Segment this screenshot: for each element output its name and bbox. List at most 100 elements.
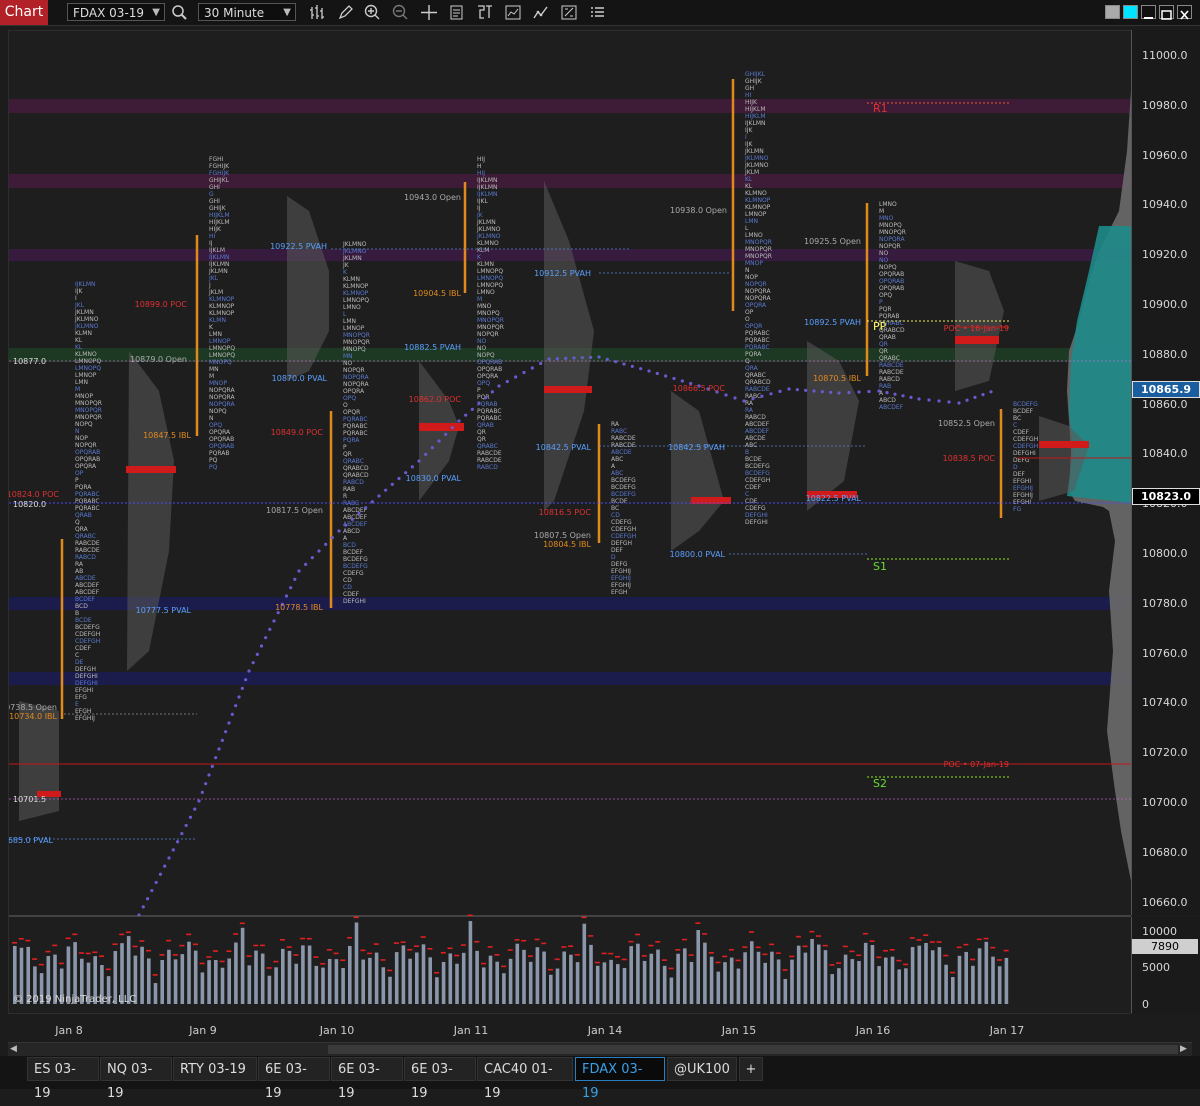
- properties-icon[interactable]: [559, 3, 579, 22]
- tab-6e-03-19[interactable]: 6E 03-19: [331, 1057, 403, 1101]
- tpo-letters: O: [343, 402, 348, 409]
- volume-bar: [669, 977, 674, 1004]
- tab-nq-03-19[interactable]: NQ 03-19: [100, 1057, 172, 1101]
- tab-fdax-03-19[interactable]: FDAX 03-19: [575, 1057, 665, 1101]
- tpo-letters: JKLM: [744, 169, 759, 176]
- volume-bar: [549, 974, 553, 1004]
- chart-panel[interactable]: IJKLMN IJK I JKL JKLMN JKLMNO JKLMNO KLMN KL KL KL…: [0, 30, 1132, 1014]
- tpo-letters: JKLMN: [476, 219, 496, 226]
- volume-average-mark: [367, 952, 373, 955]
- tpo-letters: LMNO: [879, 201, 897, 208]
- draw-pencil-icon[interactable]: [336, 3, 356, 22]
- chart-trader-icon[interactable]: [531, 3, 551, 22]
- data-box-icon[interactable]: [447, 3, 467, 22]
- moving-average-point: [244, 678, 248, 682]
- templates-icon[interactable]: [587, 3, 607, 22]
- volume-bar: [863, 942, 868, 1004]
- tpo-letters: PQRABC: [75, 491, 100, 498]
- tpo-letters: BCDEF: [75, 596, 96, 603]
- strategies-icon[interactable]: [503, 3, 523, 22]
- tpo-letters: OPQRA: [343, 388, 365, 395]
- tpo-letters: QRAB: [477, 422, 494, 429]
- moving-average-point: [430, 446, 434, 450]
- chart-toolbar: Chart FDAX 03-19 ▼ 30 Minute ▼: [0, 0, 1200, 26]
- zoom-in-icon[interactable]: [363, 3, 383, 22]
- price-axis[interactable]: 11000.0 10980.0 10960.0 10940.0 10920.0 10900…: [1131, 30, 1200, 915]
- link-color-button[interactable]: [1123, 5, 1138, 19]
- volume-bar: [1004, 957, 1009, 1004]
- search-icon[interactable]: [170, 3, 190, 22]
- tpo-letters: OPQRAB: [879, 285, 904, 292]
- scroll-thumb[interactable]: [328, 1045, 1178, 1054]
- tpo-letters: KL: [75, 344, 83, 351]
- volume-average-mark: [688, 954, 694, 956]
- tpo-letters: BCDEFG: [343, 563, 368, 570]
- tpo-letters: M: [209, 373, 214, 380]
- volume-average-mark: [414, 945, 419, 947]
- tab-rty-03-19[interactable]: RTY 03-19: [173, 1057, 257, 1081]
- tpo-letters: JKLMN: [74, 309, 94, 316]
- market-profile-chart[interactable]: IJKLMNIJKIJKLJKLMNJKLMNOJKLMNOKLMNKLKLKL…: [0, 31, 1131, 1013]
- volume-bar: [361, 959, 365, 1004]
- volume-average-mark: [594, 961, 600, 964]
- tpo-letters: AB: [75, 568, 83, 575]
- tpo-letters: MNOPQR: [745, 253, 772, 260]
- zoom-out-icon[interactable]: [391, 3, 411, 22]
- volume-axis[interactable]: 10000 5000 0 7890: [1131, 917, 1200, 1013]
- grey-theme-button[interactable]: [1105, 5, 1120, 19]
- tpo-letters: NO: [477, 345, 486, 352]
- tab-es-03-19[interactable]: ES 03-19: [27, 1057, 99, 1101]
- volume-bar: [522, 949, 526, 1004]
- volume-bar: [428, 957, 432, 1004]
- add-tab-button[interactable]: +: [739, 1057, 763, 1081]
- maximize-button[interactable]: [1159, 5, 1174, 20]
- tpo-letters: EFG: [75, 694, 87, 701]
- moving-average-point: [200, 790, 204, 794]
- tab-uk100[interactable]: @UK100: [667, 1057, 737, 1081]
- volume-average-mark: [782, 969, 788, 971]
- level-annotation: 10870.0 PVAL: [272, 374, 328, 383]
- tpo-letters: BC: [1013, 415, 1021, 422]
- indicators-icon[interactable]: [475, 3, 495, 22]
- scroll-right-icon[interactable]: ▶: [1180, 1044, 1187, 1054]
- horizontal-scrollbar[interactable]: ◀ ▶: [8, 1042, 1192, 1057]
- tpo-letters: CDEF: [745, 484, 762, 491]
- volume-average-mark: [668, 967, 674, 970]
- tpo-letters: ABCDEF: [879, 404, 904, 411]
- tab-6e-03-19[interactable]: 6E 03-19: [404, 1057, 476, 1101]
- volume-average-mark: [715, 961, 721, 964]
- tab-cac40-01-19[interactable]: CAC40 01-19: [477, 1057, 573, 1101]
- level-annotation: 10877.0: [13, 357, 46, 366]
- moving-average-point: [885, 391, 889, 395]
- tpo-letters: LMN: [209, 331, 222, 338]
- volume-average-mark: [219, 960, 225, 963]
- tpo-letters: MNOPQR: [745, 246, 772, 253]
- tpo-letters: NOPQRA: [879, 236, 905, 243]
- tpo-letters: NO: [879, 257, 888, 264]
- moving-average-point: [264, 636, 268, 640]
- crosshair-icon[interactable]: [419, 3, 439, 22]
- volume-bar: [977, 948, 982, 1004]
- bar-style-icon[interactable]: [308, 3, 328, 22]
- moving-average-point: [989, 390, 993, 394]
- minimize-button[interactable]: [1141, 5, 1156, 19]
- tpo-letters: ABC: [611, 470, 623, 477]
- volume-average-mark: [52, 944, 58, 947]
- close-button[interactable]: [1177, 5, 1192, 20]
- pivot-band-r2: [9, 174, 1131, 188]
- instrument-selector[interactable]: FDAX 03-19 ▼: [67, 3, 165, 21]
- tab-6e-03-19[interactable]: 6E 03-19: [258, 1057, 330, 1101]
- moving-average-point: [289, 586, 293, 590]
- volume-average-mark: [233, 933, 239, 935]
- scroll-left-icon[interactable]: ◀: [10, 1044, 17, 1054]
- tpo-letters: EFGHI: [75, 687, 93, 694]
- volume-bar: [964, 951, 968, 1004]
- moving-average-point: [210, 764, 214, 768]
- volume-average-mark: [809, 930, 815, 933]
- volume-average-mark: [38, 963, 44, 966]
- date-label: Jan 14: [587, 1024, 623, 1037]
- tpo-letters: IJ: [209, 240, 213, 247]
- volume-bar: [368, 957, 372, 1004]
- tpo-letters: PQRABC: [477, 408, 502, 415]
- interval-selector[interactable]: 30 Minute ▼: [198, 3, 296, 21]
